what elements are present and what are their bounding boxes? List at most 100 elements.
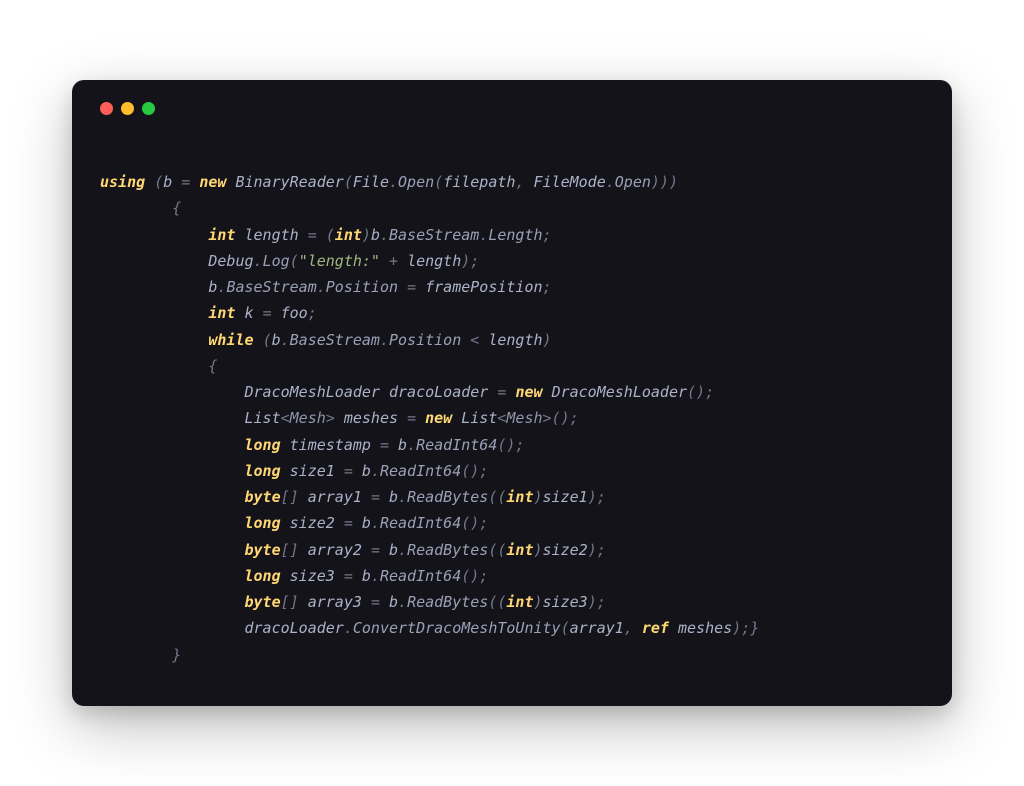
code-token: new: [515, 383, 551, 401]
zoom-icon[interactable]: [142, 102, 155, 115]
code-token: [100, 436, 245, 454]
code-token: [100, 541, 245, 559]
code-token: "length:": [299, 252, 380, 270]
code-token: Position: [389, 331, 470, 349]
code-token: <: [281, 409, 290, 427]
code-token: .: [371, 567, 380, 585]
code-token: );}: [732, 619, 759, 637]
code-token: List: [461, 409, 497, 427]
code-token: (: [561, 619, 570, 637]
code-token: [100, 462, 245, 480]
code-token: =: [371, 541, 389, 559]
code-token: =: [407, 409, 425, 427]
code-token: .: [389, 173, 398, 191]
code-token: [100, 252, 208, 270]
code-token: ): [362, 226, 371, 244]
code-token: (: [434, 173, 443, 191]
code-token: (: [154, 173, 163, 191]
code-token: [100, 567, 245, 585]
code-token: size1: [290, 462, 344, 480]
code-token: int: [506, 488, 533, 506]
code-token: meshes: [344, 409, 407, 427]
code-token: .: [398, 541, 407, 559]
code-token: >();: [543, 409, 579, 427]
code-token: long: [245, 436, 290, 454]
code-token: =: [380, 436, 398, 454]
code-token: []: [281, 541, 308, 559]
code-token: .: [407, 436, 416, 454]
code-token: .: [371, 462, 380, 480]
code-window: using (b = new BinaryReader(File.Open(fi…: [72, 80, 952, 706]
code-token: using: [100, 173, 154, 191]
code-token: .: [281, 331, 290, 349]
code-token: List: [245, 409, 281, 427]
code-token: =: [344, 462, 362, 480]
code-block: using (b = new BinaryReader(File.Open(fi…: [100, 169, 924, 668]
code-token: long: [245, 462, 290, 480]
code-token: ((: [488, 488, 506, 506]
code-token: ReadBytes: [407, 488, 488, 506]
code-token: ReadInt64: [416, 436, 497, 454]
code-token: .: [380, 331, 389, 349]
code-token: timestamp: [290, 436, 380, 454]
code-token: ();: [687, 383, 714, 401]
code-token: byte: [245, 593, 281, 611]
code-token: long: [245, 514, 290, 532]
code-token: Log: [263, 252, 290, 270]
code-token: ))): [651, 173, 678, 191]
code-token: );: [588, 541, 606, 559]
code-token: size2: [543, 541, 588, 559]
code-token: dracoLoader: [389, 383, 497, 401]
code-token: ReadBytes: [407, 541, 488, 559]
code-token: int: [208, 226, 244, 244]
code-token: ): [534, 541, 543, 559]
code-token: ReadInt64: [380, 462, 461, 480]
code-token: int: [506, 541, 533, 559]
code-token: .: [398, 488, 407, 506]
code-token: []: [281, 488, 308, 506]
code-token: ReadBytes: [407, 593, 488, 611]
code-token: [100, 514, 245, 532]
code-token: ();: [497, 436, 524, 454]
code-token: <: [470, 331, 488, 349]
close-icon[interactable]: [100, 102, 113, 115]
code-token: [100, 331, 208, 349]
code-token: dracoLoader: [245, 619, 344, 637]
code-token: meshes: [678, 619, 732, 637]
code-token: (: [326, 226, 335, 244]
code-token: =: [263, 304, 281, 322]
code-token: b: [163, 173, 181, 191]
code-token: BaseStream: [290, 331, 380, 349]
code-token: b: [398, 436, 407, 454]
code-token: >: [326, 409, 344, 427]
code-token: array2: [308, 541, 371, 559]
code-token: k: [245, 304, 263, 322]
code-token: ();: [461, 514, 488, 532]
code-token: size2: [290, 514, 344, 532]
code-token: Mesh: [506, 409, 542, 427]
code-token: ): [534, 488, 543, 506]
code-token: length: [407, 252, 461, 270]
minimize-icon[interactable]: [121, 102, 134, 115]
code-token: (: [263, 331, 272, 349]
code-token: b: [362, 567, 371, 585]
code-token: ,: [624, 619, 642, 637]
code-token: [100, 304, 208, 322]
code-token: Length: [488, 226, 542, 244]
code-token: .: [344, 619, 353, 637]
code-token: +: [380, 252, 407, 270]
code-token: while: [208, 331, 262, 349]
code-token: int: [208, 304, 244, 322]
code-token: BaseStream: [226, 278, 316, 296]
code-token: Open: [615, 173, 651, 191]
code-token: [100, 278, 208, 296]
code-token: ((: [488, 541, 506, 559]
code-token: );: [461, 252, 479, 270]
code-token: [100, 409, 245, 427]
code-token: =: [371, 488, 389, 506]
code-token: length: [245, 226, 308, 244]
code-token: array1: [308, 488, 371, 506]
code-token: .: [380, 226, 389, 244]
code-token: =: [344, 514, 362, 532]
code-token: (: [290, 252, 299, 270]
